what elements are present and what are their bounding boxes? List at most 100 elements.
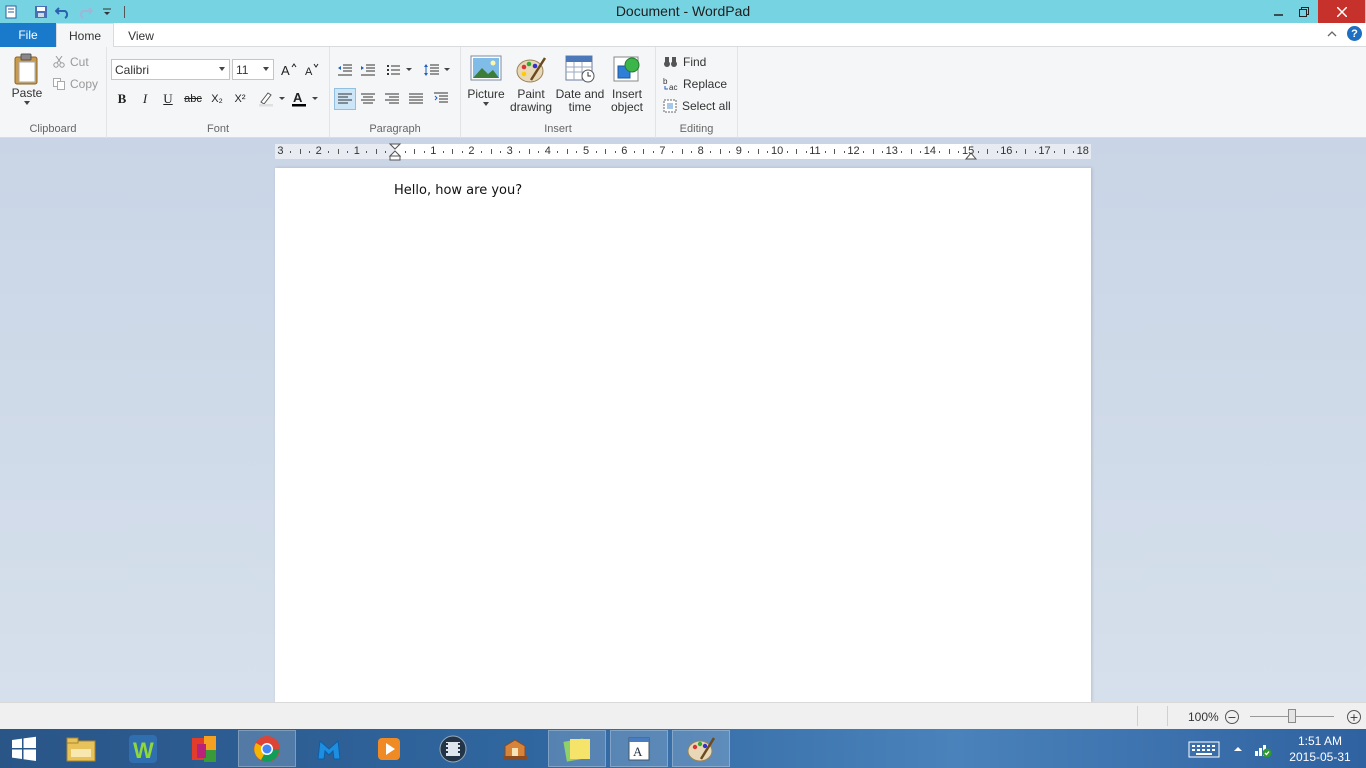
- subscript-button[interactable]: X₂: [206, 88, 228, 110]
- ruler-tick: [681, 149, 683, 154]
- ruler[interactable]: 3 2 1 1 2 3 4 5 6 7 8 9 10 11 12 13 14 15 16 17 18: [275, 143, 1091, 161]
- paste-dropdown-icon[interactable]: [23, 100, 31, 106]
- ruler-tick: [605, 149, 607, 154]
- shrink-font-button[interactable]: A: [301, 59, 323, 81]
- chrome-icon[interactable]: [238, 730, 296, 767]
- ruler-tick: [901, 151, 903, 153]
- media-player-icon[interactable]: [360, 730, 418, 767]
- ruler-number: 9: [735, 145, 742, 157]
- restore-button[interactable]: [1289, 0, 1319, 23]
- text-color-button[interactable]: A: [290, 88, 320, 110]
- increase-indent-button[interactable]: [357, 59, 379, 81]
- shrink-font-icon: A: [305, 63, 319, 77]
- help-icon[interactable]: ?: [1347, 26, 1362, 41]
- decrease-indent-button[interactable]: [334, 59, 356, 81]
- ruler-tick: [614, 151, 616, 153]
- paragraph-icon: [434, 92, 448, 103]
- ruler-number: 17: [1038, 145, 1051, 157]
- find-button[interactable]: Find: [663, 55, 706, 69]
- font-family-select[interactable]: Calibri: [111, 59, 230, 80]
- date-time-label-2: time: [568, 100, 592, 114]
- zoom-slider-thumb[interactable]: [1288, 709, 1296, 723]
- justify-button[interactable]: [405, 88, 427, 110]
- ruler-number: 3: [506, 145, 513, 157]
- bridge-app-icon[interactable]: [486, 730, 544, 767]
- ruler-number: 12: [847, 145, 860, 157]
- insert-object-button[interactable]: Insert object: [606, 54, 648, 114]
- document-text[interactable]: Hello, how are you?: [394, 183, 522, 198]
- svg-text:A: A: [281, 63, 290, 77]
- zoom-out-button[interactable]: −: [1225, 710, 1239, 724]
- ruler-tick: [337, 149, 339, 154]
- align-right-button[interactable]: [381, 88, 403, 110]
- ruler-number: 14: [923, 145, 937, 157]
- ruler-tick: [404, 151, 406, 153]
- paragraph-settings-button[interactable]: [430, 88, 452, 110]
- paint-drawing-button[interactable]: Paint drawing: [508, 54, 554, 114]
- date-time-button[interactable]: Date and time: [555, 54, 605, 114]
- network-status-icon[interactable]: [1254, 729, 1272, 768]
- ruler-tick: [977, 151, 979, 153]
- taskbar-clock[interactable]: 1:51 AM 2015-05-31: [1282, 733, 1358, 765]
- chevron-down-icon: [263, 67, 269, 71]
- ruler-tick: [566, 149, 568, 154]
- strikethrough-button[interactable]: abc: [182, 88, 204, 110]
- tab-view[interactable]: View: [120, 23, 162, 48]
- picture-button[interactable]: Picture: [466, 54, 506, 107]
- cut-label: Cut: [70, 55, 89, 69]
- replace-button[interactable]: b ac Replace: [663, 77, 727, 91]
- clock-time: 1:51 AM: [1297, 734, 1343, 748]
- bullet-list-button[interactable]: [385, 59, 415, 81]
- paste-button[interactable]: Paste: [8, 53, 46, 106]
- italic-button[interactable]: I: [134, 88, 156, 110]
- clock-date: 2015-05-31: [1289, 750, 1351, 764]
- editing-group-label: Editing: [679, 123, 714, 135]
- title-bar: Document - WordPad: [0, 0, 1366, 23]
- clipboard-group-label: Clipboard: [29, 123, 77, 135]
- highlight-color-button[interactable]: [257, 88, 287, 110]
- indent-marker-icon[interactable]: [389, 143, 401, 161]
- minimize-ribbon-icon[interactable]: [1326, 28, 1338, 42]
- copy-button[interactable]: Copy: [53, 77, 98, 91]
- paint-icon[interactable]: [672, 730, 730, 767]
- notes-app-icon[interactable]: [548, 730, 606, 767]
- show-hidden-icons-icon[interactable]: [1233, 729, 1243, 768]
- ruler-number: 8: [697, 145, 704, 157]
- select-all-button[interactable]: Select all: [663, 99, 731, 113]
- color-app-icon[interactable]: [176, 730, 234, 767]
- malwarebytes-icon[interactable]: [300, 730, 358, 767]
- cut-button[interactable]: Cut: [53, 55, 89, 69]
- tab-home[interactable]: Home: [56, 23, 114, 48]
- ruler-tick: [500, 151, 502, 153]
- line-spacing-button[interactable]: [422, 59, 452, 81]
- zoom-in-button[interactable]: +: [1347, 710, 1361, 724]
- start-icon[interactable]: [0, 730, 48, 767]
- superscript-button[interactable]: X²: [229, 88, 251, 110]
- wordpad-icon[interactable]: A: [610, 730, 668, 767]
- underline-button[interactable]: U: [157, 88, 179, 110]
- ruler-tick: [1015, 151, 1017, 153]
- align-left-button[interactable]: [334, 88, 356, 110]
- justify-icon: [409, 93, 423, 104]
- ruler-tick: [538, 151, 540, 153]
- w-app-icon[interactable]: W: [114, 730, 172, 767]
- grow-font-button[interactable]: A: [278, 59, 300, 81]
- insert-group: Picture Paint drawing Date and time Inse…: [461, 47, 656, 138]
- taskbar: W A 1:51 AM 2015-05-31: [0, 729, 1366, 768]
- video-app-icon[interactable]: [424, 730, 482, 767]
- keyboard-icon[interactable]: [1188, 729, 1220, 768]
- tab-file[interactable]: File: [0, 23, 56, 47]
- svg-text:A: A: [293, 91, 303, 105]
- bold-button[interactable]: B: [111, 88, 133, 110]
- scissors-icon: [53, 56, 65, 68]
- editing-group: Find b ac Replace Select all Editing: [656, 47, 738, 138]
- align-center-button[interactable]: [357, 88, 379, 110]
- font-size-select[interactable]: 11: [232, 59, 274, 80]
- close-button[interactable]: [1318, 0, 1365, 23]
- increase-indent-icon: [361, 64, 375, 76]
- file-explorer-icon[interactable]: [52, 730, 110, 767]
- picture-dropdown-icon[interactable]: [482, 101, 490, 107]
- document-page[interactable]: Hello, how are you?: [275, 168, 1091, 702]
- ruler-tick: [767, 151, 769, 153]
- ruler-number: 2: [468, 145, 475, 157]
